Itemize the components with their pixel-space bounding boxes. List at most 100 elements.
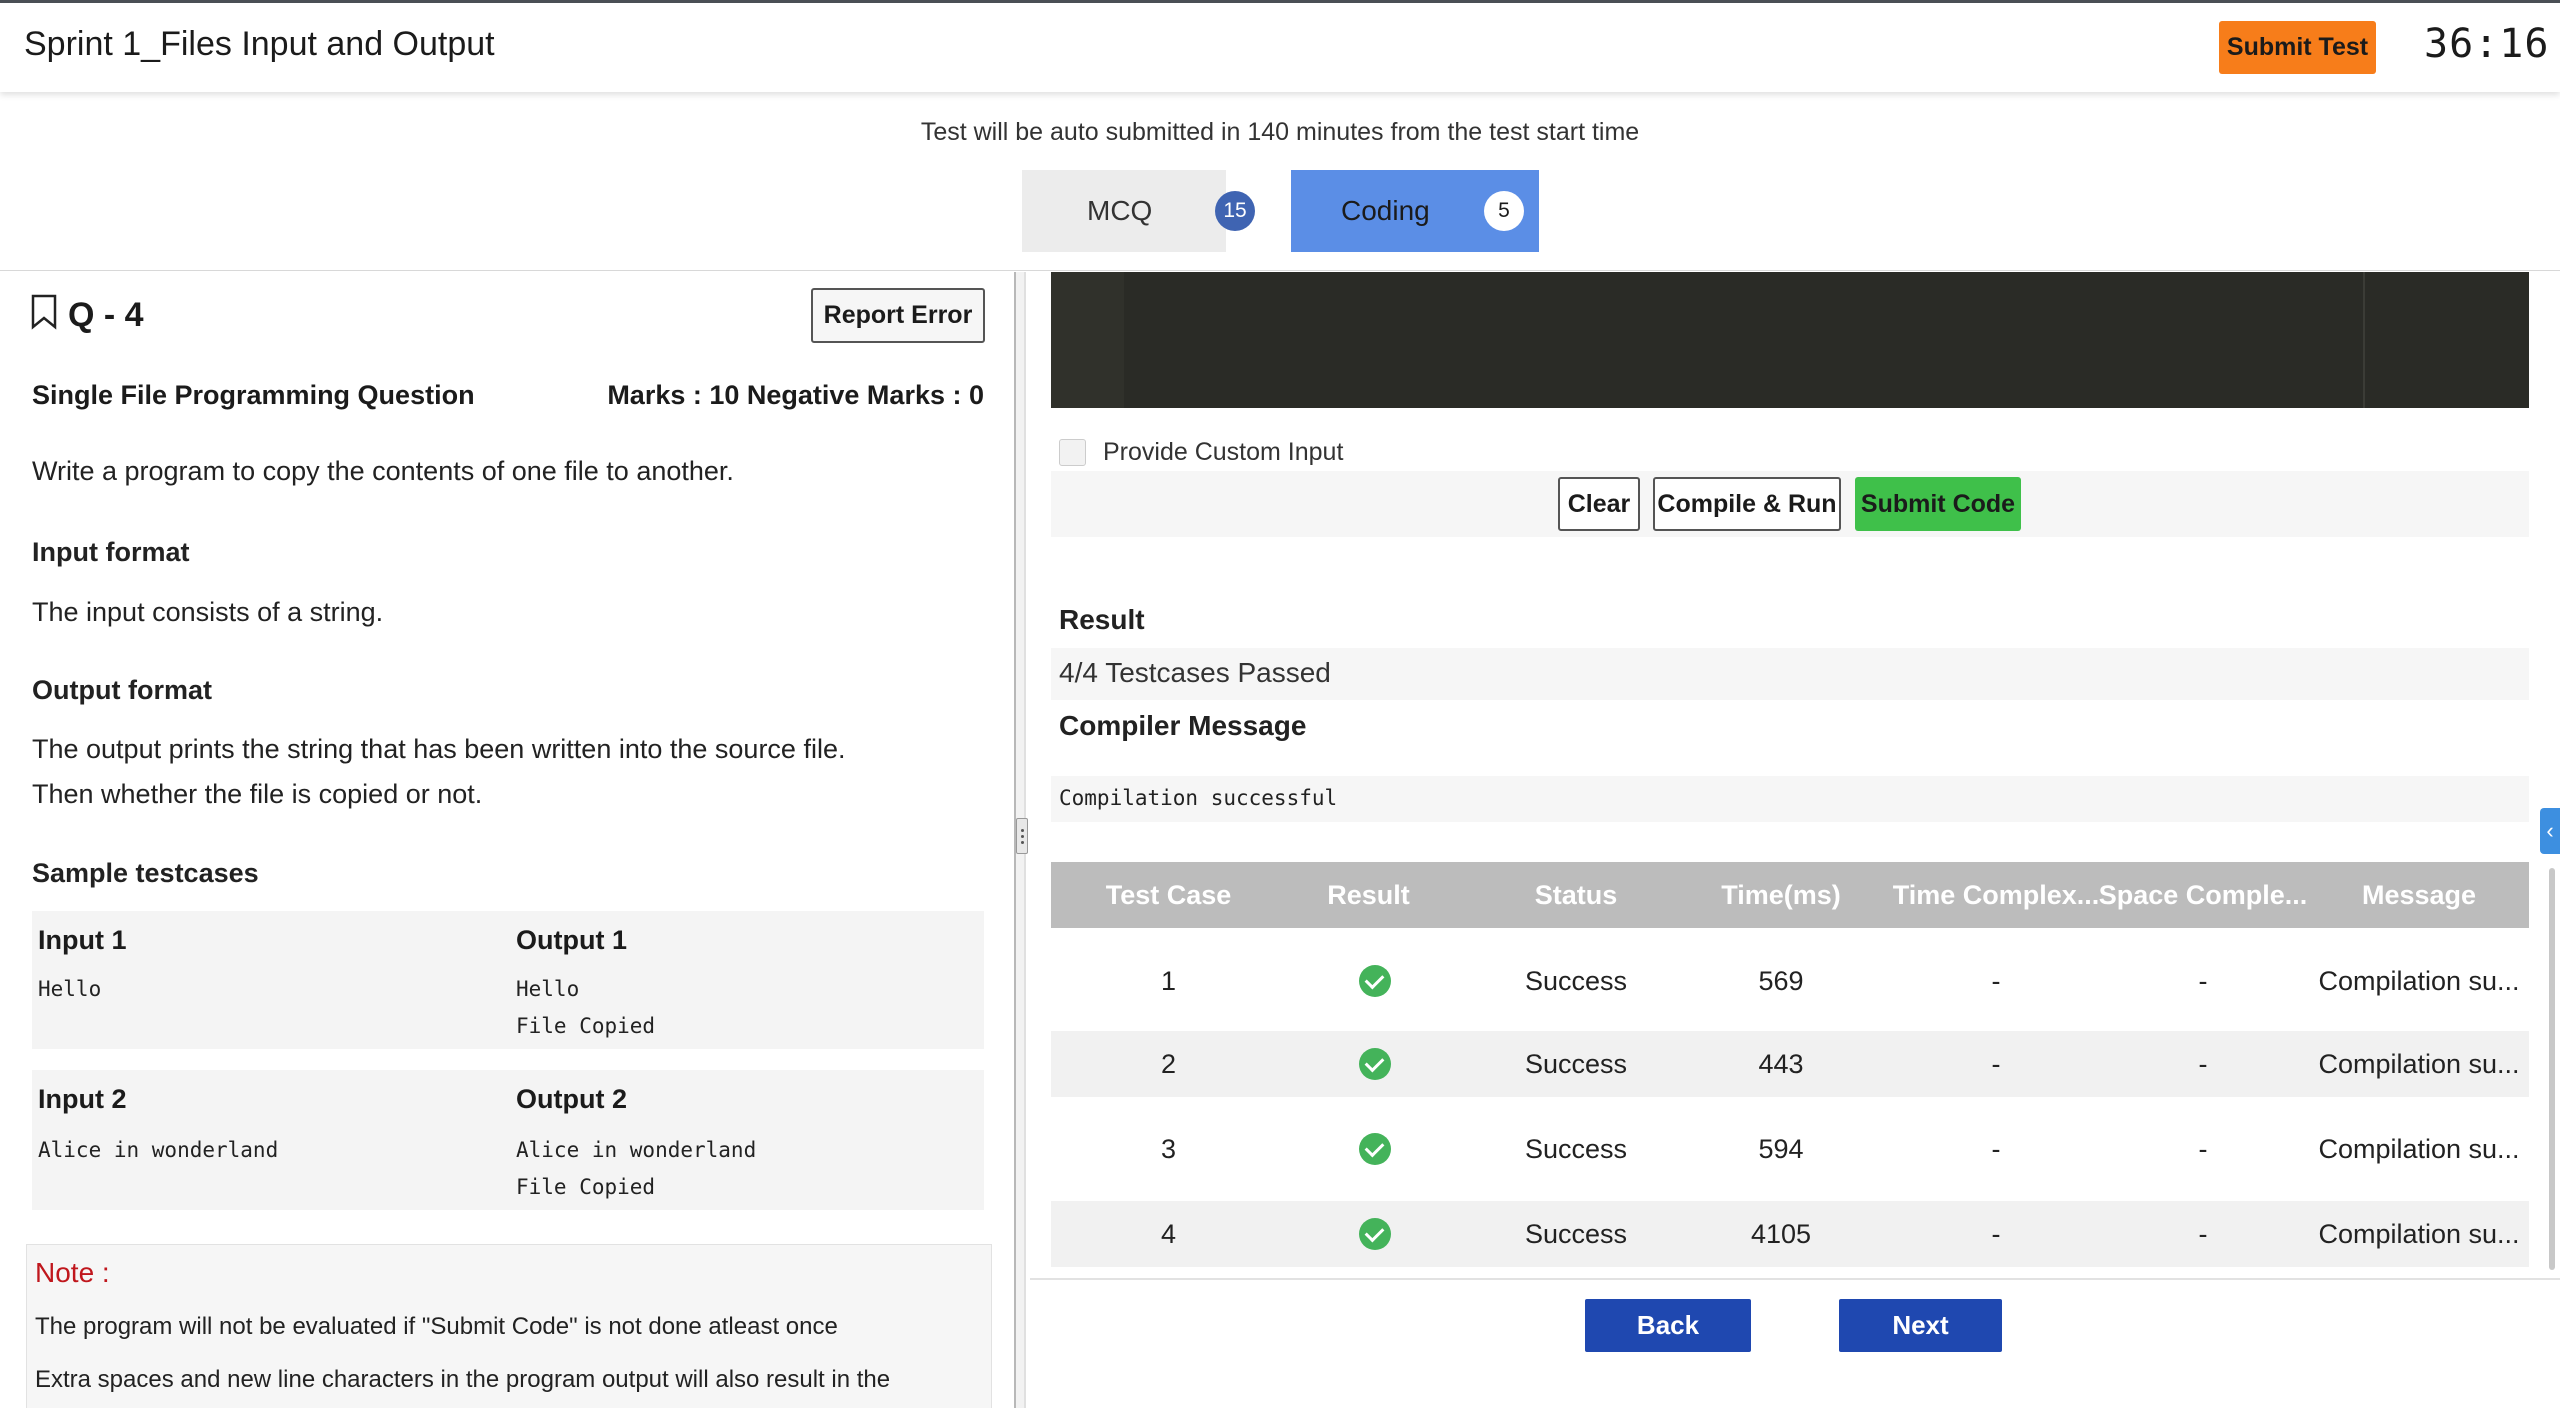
check-circle-icon	[1359, 1218, 1391, 1250]
question-number: Q - 4	[68, 296, 144, 334]
cell-time: 594	[1758, 1134, 1804, 1164]
question-type: Single File Programming Question	[32, 380, 475, 410]
compiler-message-value: Compilation successful	[1059, 786, 1338, 810]
tabs-divider	[0, 270, 2560, 271]
cell-space-complexity: -	[2198, 966, 2208, 996]
note-line-1: The program will not be evaluated if "Su…	[35, 1313, 838, 1340]
cell-message: Compilation su...	[2318, 1134, 2520, 1164]
custom-input-checkbox[interactable]	[1059, 439, 1086, 466]
submit-test-button[interactable]: Submit Test	[2219, 21, 2376, 74]
clear-button[interactable]: Clear	[1558, 477, 1640, 531]
cell-test-case: 3	[1160, 1134, 1177, 1164]
sample-output-line-2: File Copied	[516, 1014, 656, 1038]
cell-test-case: 1	[1160, 966, 1177, 996]
question-description: Write a program to copy the contents of …	[32, 456, 734, 486]
table-row: 3 Success 594 - - Compilation su...	[1051, 1116, 2529, 1182]
compiler-message-heading: Compiler Message	[1059, 710, 1307, 741]
note-line-2: Extra spaces and new line characters in …	[35, 1366, 891, 1393]
sample-output-line-2: File Copied	[516, 1175, 656, 1199]
compile-run-button[interactable]: Compile & Run	[1653, 477, 1841, 531]
check-circle-icon	[1359, 965, 1391, 997]
column-header-test-case: Test Case	[1105, 880, 1232, 910]
result-value: 4/4 Testcases Passed	[1059, 657, 1331, 688]
sample-input-value: Alice in wonderland	[38, 1138, 279, 1162]
sample-input-value: Hello	[38, 977, 102, 1001]
input-format-heading: Input format	[32, 537, 190, 567]
column-header-status: Status	[1534, 880, 1618, 910]
editor-gutter	[1051, 272, 1124, 408]
cell-time: 443	[1758, 1049, 1804, 1079]
drag-handle-icon[interactable]	[1016, 818, 1028, 854]
submit-code-button[interactable]: Submit Code	[1855, 477, 2021, 531]
top-header: Sprint 1_Files Input and Output Submit T…	[0, 0, 2560, 92]
sample-input-label: Input 1	[38, 925, 127, 955]
next-button[interactable]: Next	[1839, 1299, 2002, 1352]
cell-message: Compilation su...	[2318, 966, 2520, 996]
result-heading: Result	[1059, 604, 1145, 635]
marks-info: Marks : 10 Negative Marks : 0	[607, 380, 984, 410]
editor-ruler	[2363, 272, 2365, 408]
cell-space-complexity: -	[2198, 1134, 2208, 1164]
cell-time-complexity: -	[1991, 1049, 2001, 1079]
cell-message: Compilation su...	[2318, 1049, 2520, 1079]
tab-mcq-count-badge: 15	[1215, 191, 1255, 231]
tab-coding-label: Coding	[1341, 195, 1430, 226]
table-row: 2 Success 443 - - Compilation su...	[1051, 1031, 2529, 1097]
column-header-message: Message	[2361, 880, 2477, 910]
check-circle-icon	[1359, 1048, 1391, 1080]
output-format-heading: Output format	[32, 675, 212, 705]
tab-coding[interactable]: Coding 5	[1291, 170, 1539, 252]
cell-time: 569	[1758, 966, 1804, 996]
sample-testcase-2: Input 2 Alice in wonderland Output 2 Ali…	[32, 1070, 984, 1210]
column-header-time-complexity: Time Complex...	[1892, 880, 2100, 910]
back-button[interactable]: Back	[1585, 1299, 1751, 1352]
tab-mcq[interactable]: MCQ 15	[1022, 170, 1255, 252]
sample-testcase-1: Input 1 Hello Output 1 Hello File Copied	[32, 911, 984, 1049]
sample-testcases-heading: Sample testcases	[32, 858, 259, 888]
auto-submit-message: Test will be auto submitted in 140 minut…	[920, 118, 1640, 146]
input-format-text: The input consists of a string.	[32, 597, 384, 627]
page-title: Sprint 1_Files Input and Output	[24, 25, 495, 63]
report-error-button[interactable]: Report Error	[811, 288, 985, 343]
note-title: Note :	[35, 1257, 110, 1288]
tab-mcq-label: MCQ	[1087, 195, 1153, 226]
cell-space-complexity: -	[2198, 1049, 2208, 1079]
custom-input-label: Provide Custom Input	[1103, 438, 1344, 466]
cell-test-case: 4	[1160, 1219, 1177, 1249]
tab-coding-count-badge: 5	[1484, 191, 1524, 231]
custom-input-toggle[interactable]: Provide Custom Input	[1059, 438, 1343, 467]
check-circle-icon	[1359, 1133, 1391, 1165]
table-row: 4 Success 4105 - - Compilation su...	[1051, 1201, 2529, 1267]
question-panel: Q - 4 Report Error Single File Programmi…	[0, 272, 1014, 1408]
column-header-result: Result	[1327, 880, 1410, 910]
results-table-header: Test Case Result Status Time(ms) Time Co…	[1051, 862, 2529, 928]
chevron-left-icon[interactable]: ‹	[2540, 808, 2560, 854]
sample-output-label: Output 1	[516, 925, 627, 955]
cell-time-complexity: -	[1991, 1219, 2001, 1249]
countdown-timer: 36:16	[2424, 21, 2550, 67]
output-format-line-2: Then whether the file is copied or not.	[32, 779, 483, 809]
cell-status: Success	[1524, 1049, 1628, 1079]
column-header-space-complexity: Space Comple...	[2098, 880, 2308, 910]
code-editor[interactable]	[1051, 272, 2529, 408]
sample-output-line-1: Alice in wonderland	[516, 1138, 757, 1162]
cell-message: Compilation su...	[2318, 1219, 2520, 1249]
cell-status: Success	[1524, 1134, 1628, 1164]
footer-divider	[1030, 1278, 2560, 1280]
cell-space-complexity: -	[2198, 1219, 2208, 1249]
cell-status: Success	[1524, 1219, 1628, 1249]
table-scrollbar[interactable]	[2549, 868, 2555, 1270]
table-row: 1 Success 569 - - Compilation su...	[1051, 948, 2529, 1014]
cell-time-complexity: -	[1991, 1134, 2001, 1164]
cell-time: 4105	[1750, 1219, 1812, 1249]
cell-status: Success	[1524, 966, 1628, 996]
sample-output-line-1: Hello	[516, 977, 580, 1001]
note-box: Note : The program will not be evaluated…	[26, 1244, 992, 1408]
cell-time-complexity: -	[1991, 966, 2001, 996]
sample-input-label: Input 2	[38, 1084, 127, 1114]
cell-test-case: 2	[1160, 1049, 1177, 1079]
column-header-time: Time(ms)	[1721, 880, 1841, 910]
bookmark-icon[interactable]	[30, 294, 58, 330]
output-format-line-1: The output prints the string that has be…	[32, 734, 846, 764]
sample-output-label: Output 2	[516, 1084, 627, 1114]
